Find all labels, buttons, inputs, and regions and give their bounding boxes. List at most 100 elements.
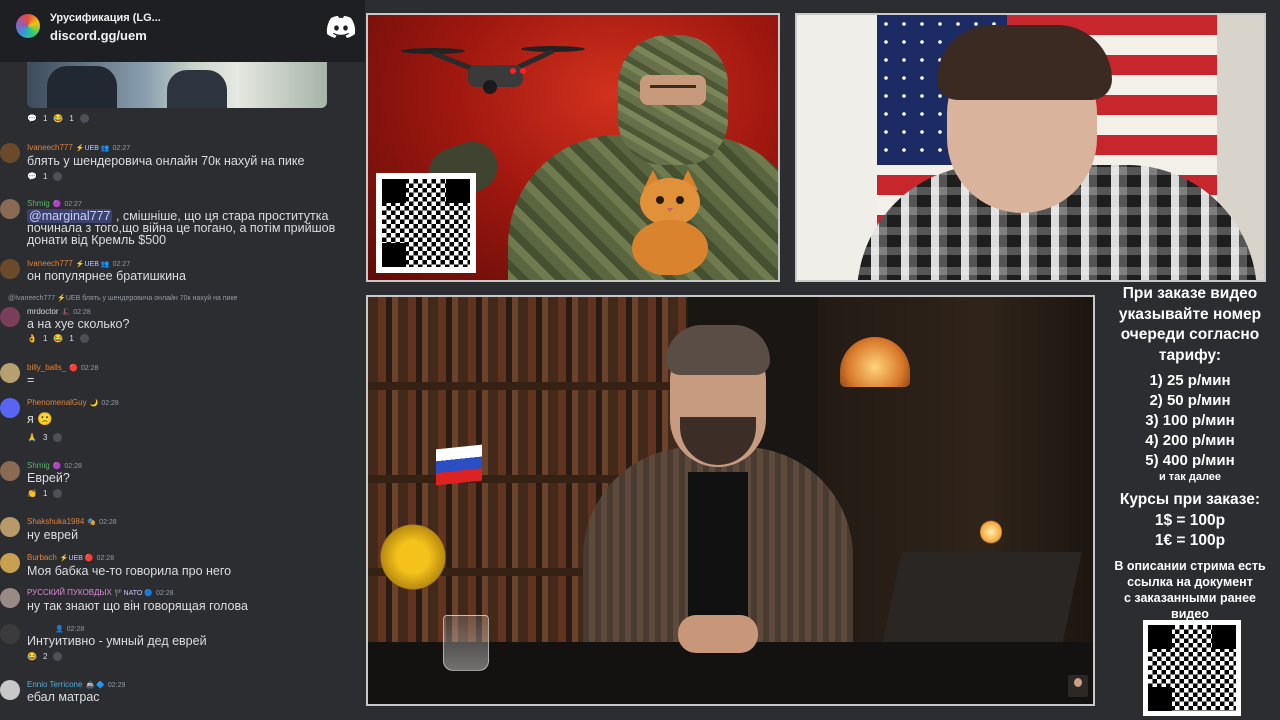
username-text[interactable]: Ennio Terricone [27,680,82,689]
qr-code[interactable] [1143,620,1241,716]
soldier-face [640,75,706,105]
reaction-emoji[interactable]: 💬 [27,114,37,123]
server-invite[interactable]: discord.gg/uem [50,28,147,43]
avatar[interactable] [0,363,20,383]
info-heading: При заказе видео указывайте номер очеред… [1100,284,1280,366]
reply-preview[interactable]: @Ivaneech777 ⚡UEB блять у шендеровича он… [8,294,238,302]
message-text: а на хуе сколько? [27,317,130,331]
avatar[interactable] [0,461,20,481]
reaction-emoji[interactable]: 😂 [53,114,63,123]
add-reaction-icon[interactable] [79,334,89,343]
message-text: Интуитивно - умный дед еврей [27,634,207,648]
avatar[interactable] [0,553,20,573]
username-text[interactable]: Ivaneech777 [27,143,73,152]
username[interactable]: 👤 02:28 [52,624,84,633]
username[interactable]: РУССКИЙ ПУКОВДЫХ 🏴NATO 🔵 02:28 [27,588,174,597]
username-text[interactable]: mrdoctor [27,307,59,316]
timestamp: 02:28 [96,555,115,562]
host-shirt [688,472,748,622]
timestamp: 02:29 [107,682,126,689]
add-reaction-icon[interactable] [53,172,63,181]
role-badge: 👤 [55,626,64,633]
exchange-rates: Курсы при заказе: 1$ = 100р 1€ = 100р [1100,490,1280,552]
username[interactable]: Ivaneech777 ⚡UEB 👥 02:27 [27,143,130,152]
host-hair [666,325,770,375]
reaction-emoji[interactable]: 👌 [27,334,37,343]
reaction-count: 1 [42,172,48,181]
reaction-bar: 😂 2 [27,652,63,661]
price-item: 2) 50 р/мин [1149,392,1231,409]
price-list: 1) 25 р/мин 2) 50 р/мин 3) 100 р/мин 4) … [1100,371,1280,483]
add-reaction-icon[interactable] [53,433,63,442]
timestamp: 02:28 [101,400,119,407]
avatar[interactable] [0,680,20,700]
username-text[interactable]: РУССКИЙ ПУКОВДЫХ [27,588,112,597]
username[interactable]: Ivaneech777 ⚡UEB 👥 02:27 [27,259,130,268]
info-description: В описании стрима есть ссылка на докумен… [1100,558,1280,622]
reaction-emoji[interactable]: 💬 [27,172,37,181]
message-text: блять у шендеровича онлайн 70к нахуй на … [27,154,305,168]
message-text: ну еврей [27,528,79,542]
username[interactable]: Shmig 🟣 02:28 [27,461,82,470]
avatar[interactable] [0,143,20,163]
username-text[interactable]: Shmig [27,199,50,208]
reaction-bar: 👏 1 [27,489,63,498]
reaction-emoji[interactable]: 😂 [53,334,63,343]
embed-image[interactable] [27,56,327,108]
username[interactable]: billy_balls_ 🔴 02:28 [27,363,98,372]
username-text[interactable]: Burbach [27,553,57,562]
message-text: Еврей? [27,471,70,485]
streamer-hair [937,25,1112,100]
reaction-emoji[interactable]: 😂 [27,652,37,661]
username-text[interactable]: billy_balls_ [27,363,66,372]
username-text[interactable]: PhenomenalGuy [27,398,87,407]
role-badge: 🚢 🔷 [85,682,105,689]
reaction-count: 2 [42,652,48,661]
channel-avatar-face [1074,678,1082,687]
username-text[interactable]: Shmig [27,461,50,470]
username[interactable]: Shakshuka1984 🎭 02:28 [27,517,117,526]
timestamp: 02:27 [112,261,131,268]
candle [980,519,1002,545]
timestamp: 02:28 [156,590,174,597]
username[interactable]: Burbach ⚡UEB 🔴 02:28 [27,553,114,562]
role-badge: ⚡UEB 👥 [75,145,110,152]
username[interactable]: mrdoctor 🎩 02:28 [27,307,91,316]
username[interactable]: Ennio Terricone 🚢 🔷 02:29 [27,680,125,689]
message-text: Моя бабка че-то говорила про него [27,564,232,578]
username-text[interactable]: Ivaneech777 [27,259,73,268]
add-reaction-icon[interactable] [53,489,63,498]
price-item: 1) 25 р/мин [1149,372,1231,389]
avatar[interactable] [0,259,20,279]
main-video-pane[interactable] [366,295,1095,706]
timestamp: 02:28 [73,309,91,316]
reaction-emoji[interactable]: 👏 [27,489,37,498]
timestamp: 02:28 [80,365,99,372]
server-header[interactable]: Урусификация (LG... discord.gg/uem [0,0,365,62]
avatar[interactable] [0,199,20,219]
message-text: ебал матрас [27,690,100,704]
add-reaction-icon[interactable] [79,114,89,123]
reaction-bar: 💬 1 [27,172,63,181]
avatar[interactable] [0,307,20,327]
message-text: я 🙁 [27,412,53,426]
order-info-panel: При заказе видео указывайте номер очеред… [1100,284,1280,720]
server-name: Урусификация (LG... [50,12,161,24]
add-reaction-icon[interactable] [53,652,63,661]
avatar[interactable] [0,517,20,537]
role-badge: 🏴NATO 🔵 [114,590,153,597]
discord-logo-icon [326,16,356,38]
username[interactable]: PhenomenalGuy 🌙 02:28 [27,398,119,407]
avatar[interactable] [0,624,20,644]
qr-code[interactable] [376,173,476,273]
avatar[interactable] [0,588,20,608]
rate-item: 1$ = 100р [1154,511,1226,529]
host-hands [678,615,758,653]
username-text[interactable]: Shakshuka1984 [27,517,84,526]
reaction-bar: 💬 1 😂 1 [27,114,89,123]
avatar[interactable] [0,398,20,418]
username[interactable]: Shmig 🟣 02:27 [27,199,82,208]
message-text: = [27,373,35,387]
reaction-emoji[interactable]: 🙏 [27,433,37,442]
timestamp: 02:27 [64,201,82,208]
